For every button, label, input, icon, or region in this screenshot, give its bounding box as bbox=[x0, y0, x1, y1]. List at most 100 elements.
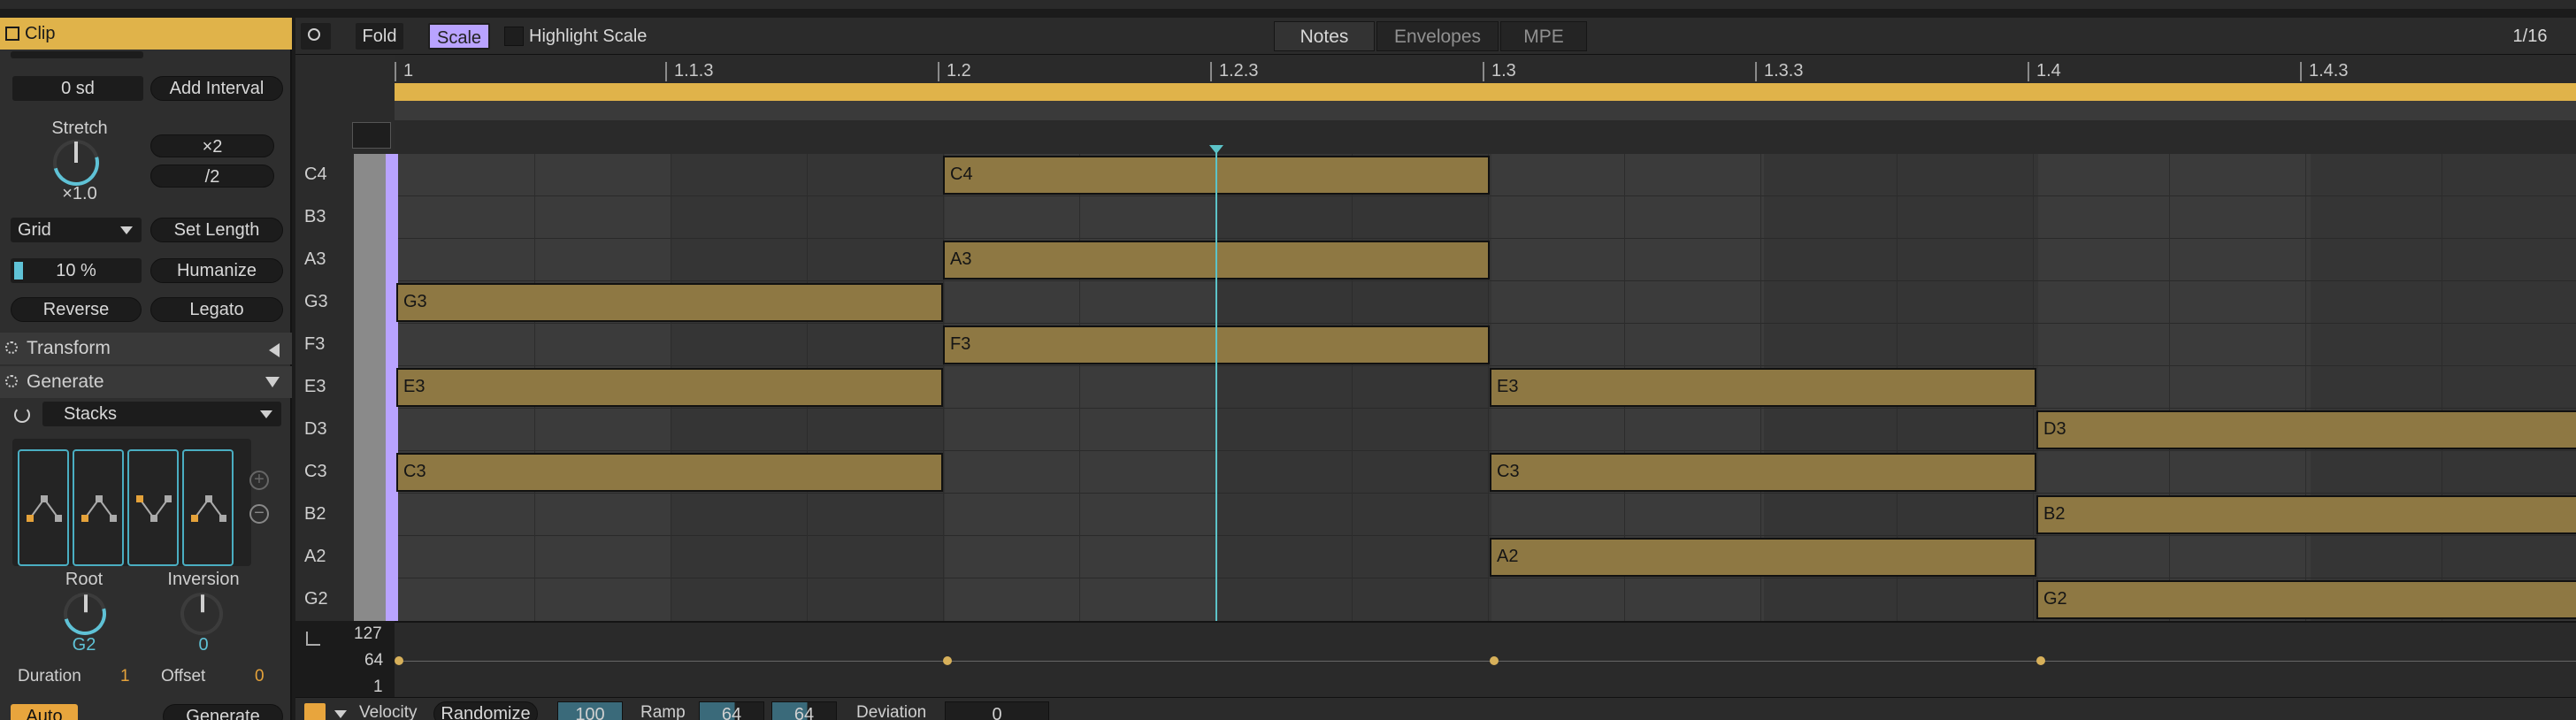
key-label: G2 bbox=[304, 589, 328, 609]
clip-activator-checkbox[interactable] bbox=[5, 27, 19, 41]
transform-section[interactable]: Transform bbox=[0, 333, 292, 364]
key-label: G3 bbox=[304, 292, 328, 311]
stretch-label: Stretch bbox=[51, 119, 108, 138]
ruler-label: 1.3.3 bbox=[1755, 62, 1803, 81]
chevron-down-icon bbox=[260, 410, 272, 418]
transform-icon bbox=[5, 341, 18, 354]
key-strip[interactable] bbox=[354, 154, 386, 621]
half-button[interactable]: /2 bbox=[150, 165, 274, 188]
velocity-min: 1 bbox=[373, 678, 383, 696]
grid-line bbox=[1079, 154, 1080, 621]
randomize-amount[interactable]: 100 bbox=[557, 701, 623, 720]
humanize-button[interactable]: Humanize bbox=[150, 258, 283, 283]
stack-shape-2[interactable] bbox=[73, 449, 124, 566]
remove-shape-icon[interactable]: − bbox=[249, 504, 269, 524]
tab-mpe[interactable]: MPE bbox=[1500, 21, 1587, 51]
shape-up-icon bbox=[191, 495, 226, 522]
ruler-label: 1.1.3 bbox=[665, 62, 713, 81]
grid-resolution[interactable]: 1/16 bbox=[2495, 23, 2565, 50]
tab-notes[interactable]: Notes bbox=[1274, 21, 1375, 51]
search-button[interactable] bbox=[301, 23, 331, 50]
midi-note[interactable]: D3 bbox=[2036, 410, 2576, 449]
velocity-point[interactable] bbox=[1490, 656, 1499, 665]
velocity-point[interactable] bbox=[2036, 656, 2045, 665]
note-grid[interactable]: C4 A3 G3 F3 E3 E3 D3 C3 C3 B2 A2 G2 bbox=[396, 154, 2576, 621]
loop-brace[interactable] bbox=[395, 83, 2576, 101]
randomize-button[interactable]: Randomize bbox=[433, 701, 538, 720]
row-line bbox=[398, 535, 2576, 536]
midi-note[interactable]: E3 bbox=[396, 368, 943, 407]
playhead bbox=[1215, 147, 1217, 697]
knob-indicator bbox=[201, 594, 204, 613]
ramp-start[interactable]: 64 bbox=[699, 701, 764, 720]
row-line bbox=[398, 408, 2576, 409]
offset-value[interactable]: 0 bbox=[255, 667, 264, 686]
generate-button[interactable]: Generate bbox=[163, 704, 283, 720]
midi-note[interactable]: G2 bbox=[2036, 580, 2576, 619]
reverse-button[interactable]: Reverse bbox=[11, 297, 142, 322]
root-label: Root bbox=[65, 570, 104, 589]
stack-shape-4[interactable] bbox=[182, 449, 234, 566]
deviation-label: Deviation bbox=[856, 703, 927, 720]
collapse-left-icon[interactable] bbox=[269, 343, 280, 357]
key-label: C3 bbox=[304, 462, 327, 481]
double-button[interactable]: ×2 bbox=[150, 134, 274, 157]
ruler-label: 1.2 bbox=[938, 62, 971, 81]
add-interval-button[interactable]: Add Interval bbox=[150, 76, 283, 101]
auto-button[interactable]: Auto bbox=[11, 704, 78, 720]
root-knob[interactable] bbox=[56, 585, 114, 643]
clip-header[interactable]: Clip bbox=[0, 18, 292, 50]
expand-down-icon[interactable] bbox=[265, 377, 280, 387]
refresh-icon[interactable] bbox=[14, 407, 30, 423]
stack-shape-3[interactable] bbox=[127, 449, 179, 566]
knob-indicator bbox=[84, 594, 88, 613]
generator-dropdown[interactable]: Stacks bbox=[42, 402, 281, 426]
inversion-knob[interactable] bbox=[172, 585, 231, 643]
midi-note[interactable]: A2 bbox=[1490, 538, 2036, 577]
transpose-field[interactable]: 0 sd bbox=[12, 76, 143, 101]
add-shape-icon[interactable]: + bbox=[249, 471, 269, 490]
duration-value[interactable]: 1 bbox=[120, 667, 130, 686]
velocity-point[interactable] bbox=[943, 656, 952, 665]
highlight-scale-checkbox[interactable] bbox=[504, 27, 524, 46]
stack-shape-1[interactable] bbox=[18, 449, 69, 566]
humanize-amount-field[interactable]: 10 % bbox=[11, 258, 142, 283]
legato-button[interactable]: Legato bbox=[150, 297, 283, 322]
key-label: A3 bbox=[304, 249, 326, 269]
grid-line bbox=[2305, 154, 2306, 621]
ramp-end[interactable]: 64 bbox=[771, 701, 837, 720]
velocity-lane[interactable]: 127 64 1 bbox=[306, 621, 2576, 697]
transform-label: Transform bbox=[27, 338, 111, 358]
velocity-max: 127 bbox=[354, 624, 382, 643]
knob-indicator bbox=[74, 142, 78, 163]
midi-note[interactable]: G3 bbox=[396, 283, 943, 322]
set-length-button[interactable]: Set Length bbox=[150, 218, 283, 242]
chevron-down-icon[interactable] bbox=[334, 710, 347, 718]
duration-label: Duration bbox=[18, 667, 81, 686]
fold-button[interactable]: Fold bbox=[356, 23, 403, 50]
scale-button[interactable]: Scale bbox=[428, 23, 490, 50]
velocity-arrow-icon[interactable] bbox=[304, 703, 326, 720]
velocity-point[interactable] bbox=[395, 656, 403, 665]
root-value: G2 bbox=[72, 635, 96, 655]
headphones-icon[interactable] bbox=[352, 122, 391, 149]
ruler-label: 1.4 bbox=[2028, 62, 2061, 81]
generate-section[interactable]: Generate bbox=[0, 366, 292, 398]
key-label: E3 bbox=[304, 377, 326, 396]
midi-note[interactable]: B2 bbox=[2036, 495, 2576, 534]
clip-panel: Clip 0 sd Add Interval Stretch ×1.0 ×2 /… bbox=[0, 18, 292, 720]
tab-envelopes[interactable]: Envelopes bbox=[1376, 21, 1499, 51]
inversion-value: 0 bbox=[198, 635, 209, 655]
shape-up-icon bbox=[81, 495, 117, 522]
key-label: A2 bbox=[304, 547, 326, 566]
grid-dropdown[interactable]: Grid bbox=[11, 218, 142, 242]
midi-note[interactable]: C3 bbox=[1490, 453, 2036, 492]
midi-note[interactable]: C3 bbox=[396, 453, 943, 492]
deviation-field[interactable]: 0 bbox=[945, 701, 1049, 720]
row-line bbox=[398, 238, 2576, 239]
grid-line bbox=[2169, 154, 2170, 621]
midi-note[interactable]: E3 bbox=[1490, 368, 2036, 407]
row-line bbox=[398, 280, 2576, 281]
inversion-label: Inversion bbox=[167, 570, 240, 589]
start-end-markers[interactable] bbox=[395, 101, 2576, 120]
